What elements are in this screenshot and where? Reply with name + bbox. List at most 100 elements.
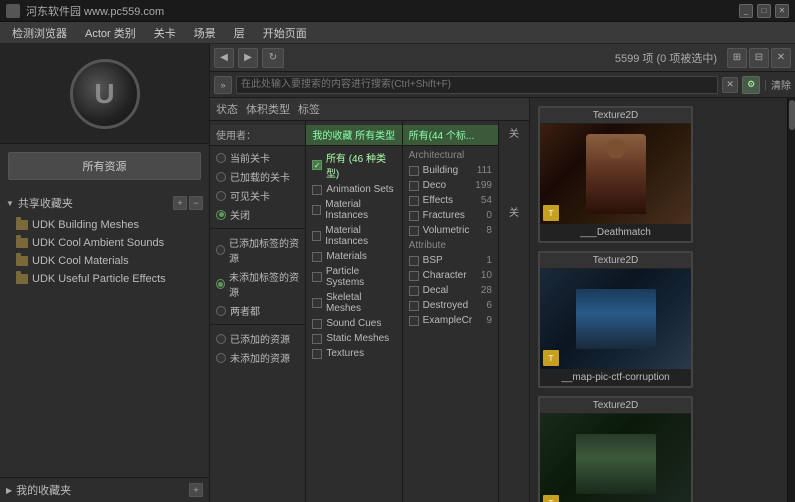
filter-option-untagged[interactable]: 未添加标签的资源 <box>210 267 305 301</box>
asset-deathmatch[interactable]: Texture2D T ___Deathmatch <box>538 106 693 243</box>
checkbox-all-types[interactable]: ✓ <box>312 160 322 170</box>
checkbox-animation-sets[interactable] <box>312 185 322 195</box>
filter-character[interactable]: Character 10 <box>403 268 498 283</box>
filter-option-closed[interactable]: 关闭 <box>210 205 305 224</box>
checkbox-sound-cues[interactable] <box>312 319 322 329</box>
checkbox-volumetric[interactable] <box>409 226 419 236</box>
menu-start[interactable]: 开始页面 <box>255 23 315 43</box>
filter-option-loaded-level[interactable]: 已加载的关卡 <box>210 167 305 186</box>
checkbox-character[interactable] <box>409 271 419 281</box>
close-filter-button[interactable]: ✕ <box>771 48 791 68</box>
radio-added[interactable] <box>216 334 226 344</box>
checkbox-examplecr[interactable] <box>409 316 419 326</box>
all-assets-button[interactable]: 所有资源 <box>8 152 201 180</box>
radio-not-added[interactable] <box>216 353 226 363</box>
filter-examplecr[interactable]: ExampleCr 9 <box>403 313 498 328</box>
checkbox-particle-systems[interactable] <box>312 272 322 282</box>
filter-all-types[interactable]: ✓ 所有 (46 种类型) <box>306 148 401 182</box>
list-item[interactable]: UDK Useful Particle Effects <box>12 270 197 288</box>
filter-materials[interactable]: Materials <box>306 249 401 264</box>
filter-particle-systems[interactable]: Particle Systems <box>306 264 401 290</box>
close-type-col-button[interactable]: 关 <box>501 204 527 219</box>
checkbox-fractures[interactable] <box>409 211 419 221</box>
filter-fractures[interactable]: Fractures 0 <box>403 208 498 223</box>
search-settings-button[interactable]: ⚙ <box>742 76 760 94</box>
my-collections-toggle[interactable]: ▶ 我的收藏夹 <box>6 482 71 498</box>
filter-option-tagged[interactable]: 已添加标签的资源 <box>210 233 305 267</box>
right-scrollbar[interactable] <box>787 98 795 502</box>
filter-animation-sets[interactable]: Animation Sets <box>306 182 401 197</box>
scrollbar-thumb[interactable] <box>789 100 795 130</box>
checkbox-material-instances-2[interactable] <box>312 231 321 241</box>
type-label: 体积类型 <box>246 101 290 117</box>
maximize-button[interactable]: □ <box>757 4 771 18</box>
filter-option-added[interactable]: 已添加的资源 <box>210 329 305 348</box>
tags-col-header: 所有(44 个标... <box>403 125 498 146</box>
checkbox-building[interactable] <box>409 166 419 176</box>
back-button[interactable]: ◀ <box>214 48 234 68</box>
forward-button[interactable]: ▶ <box>238 48 258 68</box>
landscape-icon <box>576 289 656 349</box>
radio-untagged[interactable] <box>216 279 225 289</box>
filter-skeletal-meshes[interactable]: Skeletal Meshes <box>306 290 401 316</box>
menu-level[interactable]: 关卡 <box>146 23 184 43</box>
filter-option-not-added[interactable]: 未添加的资源 <box>210 348 305 367</box>
radio-current-level[interactable] <box>216 153 226 163</box>
add-my-collection-button[interactable]: + <box>189 483 203 497</box>
view-list-button[interactable]: ⊟ <box>749 48 769 68</box>
radio-visible-level[interactable] <box>216 191 226 201</box>
filter-destroyed[interactable]: Destroyed 6 <box>403 298 498 313</box>
remove-shared-button[interactable]: − <box>189 196 203 210</box>
close-tag-col-button[interactable]: 关 <box>501 125 527 140</box>
checkbox-destroyed[interactable] <box>409 301 419 311</box>
menu-layer[interactable]: 层 <box>226 23 253 43</box>
filter-option-both[interactable]: 两者都 <box>210 301 305 320</box>
checkbox-materials[interactable] <box>312 252 322 262</box>
radio-loaded-level[interactable] <box>216 172 226 182</box>
filter-volumetric[interactable]: Volumetric 8 <box>403 223 498 238</box>
list-item[interactable]: UDK Building Meshes <box>12 216 197 234</box>
list-item[interactable]: UDK Cool Ambient Sounds <box>12 234 197 252</box>
filter-option-visible-level[interactable]: 可见关卡 <box>210 186 305 205</box>
filter-option-current-level[interactable]: 当前关卡 <box>210 148 305 167</box>
filter-effects[interactable]: Effects 54 <box>403 193 498 208</box>
checkbox-static-meshes[interactable] <box>312 334 322 344</box>
checkbox-effects[interactable] <box>409 196 419 206</box>
add-shared-button[interactable]: + <box>173 196 187 210</box>
asset-ctf-corruption[interactable]: Texture2D T __map-pic-ctf-corruption <box>538 251 693 388</box>
filter-material-instances-2[interactable]: Material Instances <box>306 223 401 249</box>
checkbox-decal[interactable] <box>409 286 419 296</box>
checkbox-bsp[interactable] <box>409 256 419 266</box>
radio-closed[interactable] <box>216 210 226 220</box>
radio-both[interactable] <box>216 306 226 316</box>
radio-tagged[interactable] <box>216 245 225 255</box>
search-clear-button[interactable]: ✕ <box>722 77 738 93</box>
list-item[interactable]: UDK Cool Materials <box>12 252 197 270</box>
checkbox-skeletal-meshes[interactable] <box>312 298 322 308</box>
filter-bsp[interactable]: BSP 1 <box>403 253 498 268</box>
asset-dm-deck[interactable]: Texture2D T __map-pic-dm-deck <box>538 396 693 502</box>
search-input[interactable] <box>236 76 718 94</box>
view-grid-button[interactable]: ⊞ <box>727 48 747 68</box>
menu-detect[interactable]: 检测浏览器 <box>4 23 75 43</box>
minimize-button[interactable]: _ <box>739 4 753 18</box>
checkbox-textures[interactable] <box>312 349 322 359</box>
menu-scene[interactable]: 场景 <box>186 23 224 43</box>
filter-sound-cues[interactable]: Sound Cues <box>306 316 401 331</box>
refresh-button[interactable]: ↻ <box>262 48 284 68</box>
filter-side-buttons: 关 关 <box>499 121 529 502</box>
checkbox-deco[interactable] <box>409 181 419 191</box>
menu-actor[interactable]: Actor 类别 <box>77 23 144 43</box>
clear-search-button[interactable]: 清除 <box>771 77 791 92</box>
filter-material-instances-1[interactable]: Material Instances <box>306 197 401 223</box>
checkbox-material-instances-1[interactable] <box>312 205 321 215</box>
shared-section-header[interactable]: ▼ 共享收藏夹 + − <box>6 192 203 214</box>
filter-deco[interactable]: Deco 199 <box>403 178 498 193</box>
close-button[interactable]: ✕ <box>775 4 789 18</box>
filter-building[interactable]: Building 111 <box>403 163 498 178</box>
filter-textures[interactable]: Textures <box>306 346 401 361</box>
filter-decal[interactable]: Decal 28 <box>403 283 498 298</box>
filter-static-meshes[interactable]: Static Meshes <box>306 331 401 346</box>
search-expand-button[interactable]: » <box>214 76 232 94</box>
asset-corner-icon: T <box>543 350 559 366</box>
